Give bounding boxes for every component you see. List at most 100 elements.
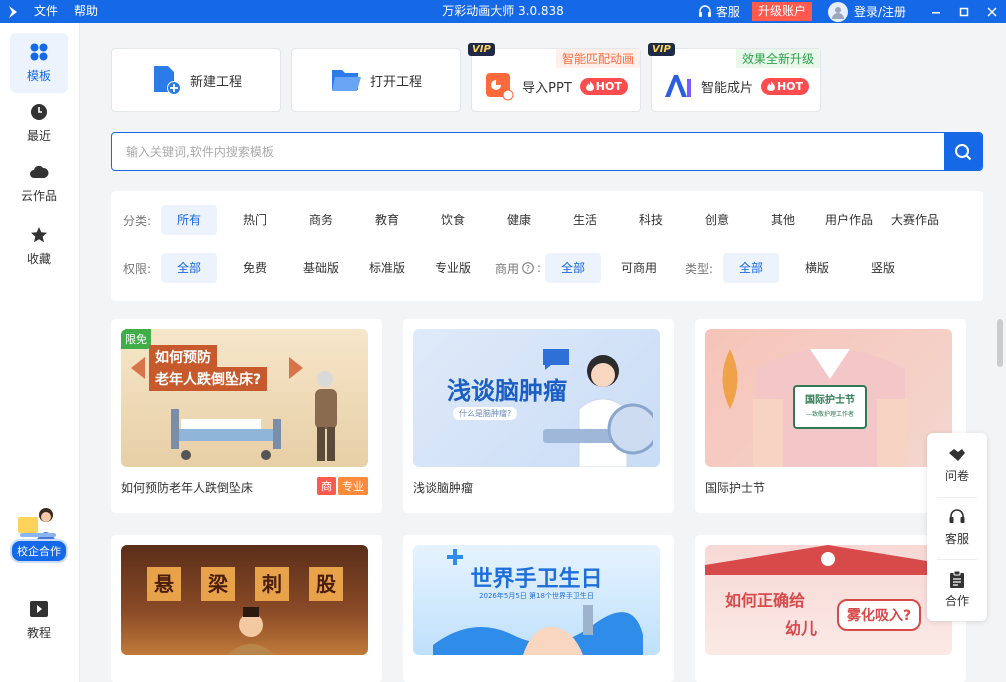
elderly-person-illustration [315,371,337,461]
maximize-icon [959,7,969,16]
category-food[interactable]: 饮食 [425,205,481,235]
permission-pro[interactable]: 专业版 [425,253,481,283]
template-card[interactable]: 国际护士节 —致敬护理工作者 国际护士节 [695,319,966,513]
service-float-button[interactable]: 客服 [927,499,987,555]
hot-badge: HOT [760,77,810,95]
category-filter-row: 分类: 所有 热门 商务 教育 饮食 健康 生活 科技 创意 其他 用户作品 大… [111,204,943,236]
svg-text:?: ? [526,264,530,273]
open-project-card[interactable]: 打开工程 [291,48,461,112]
help-circle-icon[interactable]: ? [522,262,534,274]
washing-hands-illustration [433,605,643,655]
smart-video-card[interactable]: VIP 效果全新升级 智能成片 HOT [648,43,821,112]
category-tech[interactable]: 科技 [623,205,679,235]
permission-free[interactable]: 免费 [227,253,283,283]
category-education[interactable]: 教育 [359,205,415,235]
avatar [827,1,848,22]
maximize-button[interactable] [952,0,976,23]
star-icon [29,225,49,245]
category-other[interactable]: 其他 [755,205,811,235]
permission-standard[interactable]: 标准版 [359,253,415,283]
category-contest-works[interactable]: 大赛作品 [887,205,943,235]
folder-open-icon [331,70,361,91]
filter-panel: 分类: 所有 热门 商务 教育 饮食 健康 生活 科技 创意 其他 用户作品 大… [111,191,983,301]
template-thumbnail[interactable]: 浅谈脑肿瘤 什么是脑肿瘤? [413,329,660,467]
close-icon [987,6,997,17]
search-bar [111,132,983,171]
search-button[interactable] [944,133,982,170]
template-card[interactable]: 世界手卫生日 2026年5月5日 第18个世界手卫生日 [403,535,674,682]
main-content: 新建工程 打开工程 VIP 智能匹配动画 导入PPT HOT VIP 效果全新升… [81,23,1006,682]
commercial-all[interactable]: 全部 [545,253,601,283]
menu-help[interactable]: 帮助 [66,0,106,23]
flame-icon [766,81,775,91]
template-card[interactable]: 限免 如何预防 老年人跌倒坠床? 如何预防老年人跌倒坠床 商 专业 [111,319,382,513]
new-project-card[interactable]: 新建工程 [111,48,281,112]
new-project-label: 新建工程 [189,74,242,90]
commercial-allowed[interactable]: 可商用 [611,253,667,283]
service-button[interactable]: 客服 [698,3,740,20]
template-title: 浅谈脑肿瘤 [413,481,474,495]
template-card[interactable]: 悬 梁 刺 股 [111,535,382,682]
ppt-icon [486,73,514,101]
sidebar-item-cloud[interactable]: 云作品 [10,153,68,213]
upgrade-account-button[interactable]: 升级账户 [751,2,812,21]
sidebar-item-label: 云作品 [20,189,57,203]
vip-badge: VIP [648,43,675,56]
sidebar-item-tutorial[interactable]: 教程 [10,590,68,650]
type-portrait[interactable]: 竖版 [855,253,911,283]
search-icon [955,143,972,160]
sidebar-item-templates[interactable]: 模板 [10,33,68,93]
title-bar: 文件 帮助 万彩动画大师 3.0.838 客服 升级账户 登录/注册 [0,0,1006,23]
scrollbar-thumb[interactable] [997,319,1003,367]
cooperation-label: 合作 [944,593,969,608]
search-input[interactable] [112,133,944,170]
pro-badge: 专业 [338,477,368,495]
hot-badge: HOT [579,77,628,95]
permission-basic[interactable]: 基础版 [293,253,349,283]
category-business[interactable]: 商务 [293,205,349,235]
smart-video-label: 智能成片 [700,80,753,96]
survey-button[interactable]: 问卷 [927,437,987,493]
ai-logo-icon [664,75,691,97]
type-all[interactable]: 全部 [723,253,779,283]
type-landscape[interactable]: 横版 [789,253,845,283]
category-creative[interactable]: 创意 [689,205,745,235]
category-user-works[interactable]: 用户作品 [821,205,877,235]
school-enterprise-cooperation[interactable]: 校企合作 [10,503,68,563]
sidebar-item-recent[interactable]: 最近 [10,93,68,153]
login-button[interactable]: 登录/注册 [827,1,906,22]
template-thumbnail[interactable]: 悬 梁 刺 股 [121,545,368,655]
template-thumbnail[interactable]: 世界手卫生日 2026年5月5日 第18个世界手卫生日 [413,545,660,655]
template-thumbnail[interactable]: 限免 如何预防 老年人跌倒坠床? [121,329,368,467]
cooperation-button[interactable]: 合作 [927,561,987,617]
headset-icon [949,508,965,523]
arrow-left-icon [131,357,145,379]
building-roof-illustration [705,545,952,575]
category-all[interactable]: 所有 [161,205,217,235]
permission-all[interactable]: 全部 [161,253,217,283]
template-title: 国际护士节 [705,481,766,495]
category-hot[interactable]: 热门 [227,205,283,235]
template-thumbnail[interactable]: 国际护士节 —致敬护理工作者 [705,329,952,467]
service-float-label: 客服 [944,531,969,546]
commercial-colon: : [537,261,542,275]
category-life[interactable]: 生活 [557,205,613,235]
import-ppt-card[interactable]: VIP 智能匹配动画 导入PPT HOT [468,43,641,112]
hospital-bed-illustration [171,409,281,460]
permission-label: 权限: [123,261,152,276]
vip-badge: VIP [468,43,495,56]
headset-icon [698,4,711,17]
template-thumbnail[interactable]: 如何正确给 幼儿 雾化吸入? [705,545,952,655]
minimize-button[interactable] [924,0,948,23]
play-video-icon [29,599,49,619]
category-health[interactable]: 健康 [491,205,547,235]
teacher-illustration-icon [18,508,56,541]
template-card[interactable]: 浅谈脑肿瘤 什么是脑肿瘤? 浅谈脑肿瘤 [403,319,674,513]
template-card[interactable]: 如何正确给 幼儿 雾化吸入? [695,535,966,682]
flame-icon [585,81,594,91]
permission-filter-row: 权限: 全部 免费 基础版 标准版 专业版 商用 ? : 全部 可商用 类型: … [111,252,911,284]
close-button[interactable] [980,0,1004,23]
sidebar-item-favorites[interactable]: 收藏 [10,216,68,276]
menu-file[interactable]: 文件 [26,0,66,23]
import-ppt-label: 导入PPT [522,80,572,96]
